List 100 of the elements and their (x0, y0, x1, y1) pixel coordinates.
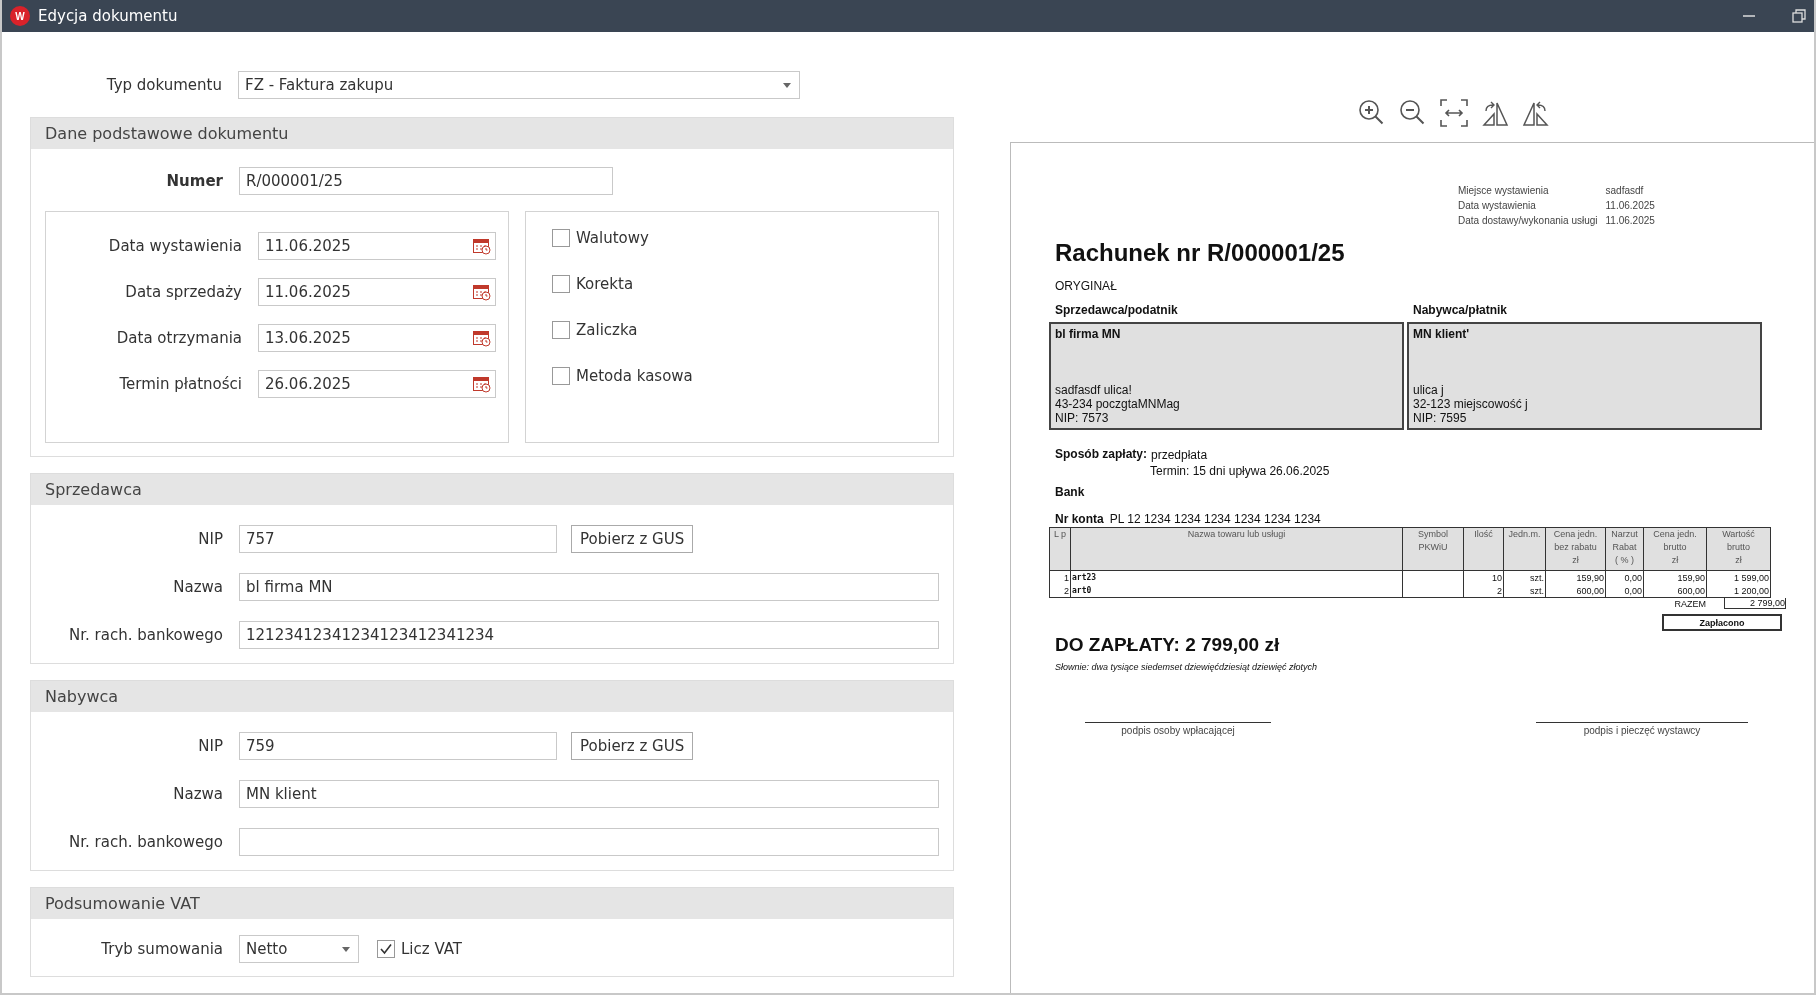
address-line: NIP: 7573 (1055, 411, 1110, 425)
address-line: sadfasdf ulica! (1055, 383, 1133, 397)
table-cell: 2 (1049, 584, 1071, 598)
table-cell: szt. (1503, 584, 1546, 598)
table-cell: 600,00 (1643, 584, 1707, 598)
date-field[interactable]: 11.06.2025 (258, 232, 496, 260)
checkbox-label: Licz VAT (401, 940, 462, 958)
field-label: Nr. rach. bankowego (68, 626, 223, 644)
table-cell: 0,00 (1605, 584, 1644, 598)
payment-label: Sposób zapłaty: (1055, 447, 1147, 463)
text-field[interactable]: 12123412341234123412341234 (239, 621, 939, 649)
text-field[interactable] (239, 828, 939, 856)
table-cell: 2 (1463, 584, 1504, 598)
field-label: NIP (197, 530, 223, 548)
table-cell: 10 (1463, 570, 1504, 584)
nip-field[interactable]: 759 (239, 732, 557, 760)
column-header: Jedn.m. (1503, 527, 1546, 571)
amount-in-words: Słownie: dwa tysiące siedemset dziewięćdziesiąt dziewięć złotych (1055, 662, 1319, 672)
checkbox[interactable] (377, 940, 395, 958)
table-cell: szt. (1503, 570, 1546, 584)
table-cell: 159,90 (1643, 570, 1707, 584)
column-header: Nazwa towaru lub usługi (1070, 527, 1403, 571)
text-field[interactable]: bl firma MN (239, 573, 939, 601)
total-label: RAZEM (1674, 598, 1706, 609)
field-label: NIP (197, 737, 223, 755)
copy-label: ORYGINAŁ (1055, 279, 1118, 293)
account-label: Nr konta (1055, 512, 1104, 526)
field-label: Typ dokumentu (105, 76, 222, 94)
paid-stamp: Zapłacono (1662, 614, 1782, 631)
party-name: bl firma MN (1055, 327, 1122, 341)
date-field[interactable]: 11.06.2025 (258, 278, 496, 306)
column-header: Cena jedn. bez rabatu zł (1545, 527, 1606, 571)
section-header: Dane podstawowe dokumentu (31, 118, 953, 149)
calendar-icon[interactable] (473, 283, 491, 301)
table-cell: 1 200,00 (1706, 584, 1771, 598)
table-cell: 1 599,00 (1706, 570, 1771, 584)
field-label: Nazwa (172, 785, 223, 803)
calendar-icon[interactable] (473, 375, 491, 393)
gus-button[interactable]: Pobierz z GUS (571, 525, 694, 553)
document-title: Rachunek nr R/000001/25 (1055, 239, 1346, 267)
checkbox[interactable] (552, 367, 570, 385)
calendar-icon[interactable] (473, 329, 491, 347)
signature-caption: podpis i pieczęć wystawcy (1583, 725, 1701, 736)
field-label: Nr. rach. bankowego (68, 833, 223, 851)
checkbox[interactable] (552, 321, 570, 339)
field-label: Termin płatności (118, 375, 242, 393)
text-field[interactable]: MN klient (239, 780, 939, 808)
column-header: Cena jedn. brutto zł (1643, 527, 1707, 571)
checkbox[interactable] (552, 229, 570, 247)
meta-value: sadfasdf (1605, 184, 1645, 198)
number-field[interactable]: R/000001/25 (239, 167, 613, 195)
meta-label: Data wystawienia (1458, 199, 1537, 213)
checkbox[interactable] (552, 275, 570, 293)
restore-icon[interactable] (1792, 9, 1806, 23)
column-header: L p (1049, 527, 1071, 571)
section-header: Nabywca (31, 681, 953, 712)
bank-label: Bank (1055, 485, 1086, 499)
window-title: Edycja dokumentu (38, 7, 178, 25)
checkbox-label: Walutowy (576, 229, 649, 247)
column-header: Ilość (1463, 527, 1504, 571)
address-line: NIP: 7595 (1413, 411, 1468, 425)
meta-label: Data dostawy/wykonania usługi (1458, 214, 1598, 228)
payment-term: Termin: 15 dni upływa 26.06.2025 (1150, 463, 1330, 479)
table-cell: 159,90 (1545, 570, 1606, 584)
date-field[interactable]: 26.06.2025 (258, 370, 496, 398)
meta-value: 11.06.2025 (1605, 199, 1655, 213)
table-cell: 600,00 (1545, 584, 1606, 598)
field-label: Data sprzedaży (124, 283, 242, 301)
address-line: 32-123 miejscowość j (1413, 397, 1529, 411)
checkbox-label: Metoda kasowa (576, 367, 693, 385)
payment-method: przedpłata (1151, 447, 1209, 463)
table-cell: 0,00 (1605, 570, 1644, 584)
amount-due: DO ZAPŁATY: 2 799,00 zł (1055, 634, 1281, 656)
party-heading: Nabywca/płatnik (1413, 303, 1509, 317)
party-heading: Sprzedawca/podatnik (1055, 303, 1179, 317)
address-line: 43-234 poczgtaMNMag (1055, 397, 1181, 411)
summing-mode-dropdown[interactable]: Netto (239, 935, 359, 963)
meta-value: 11.06.2025 (1605, 214, 1655, 228)
field-label: Numer (165, 172, 223, 190)
date-field[interactable]: 13.06.2025 (258, 324, 496, 352)
field-label: Tryb sumowania (100, 940, 223, 958)
field-label: Data wystawienia (107, 237, 242, 255)
total-value: 2 799,00 (1724, 598, 1786, 609)
field-label: Nazwa (172, 578, 223, 596)
calendar-icon[interactable] (473, 237, 491, 255)
section-header: Sprzedawca (31, 474, 953, 505)
checkbox-label: Korekta (576, 275, 634, 293)
gus-button[interactable]: Pobierz z GUS (571, 732, 694, 760)
checkbox-label: Zaliczka (576, 321, 638, 339)
address-line: ulica j (1413, 383, 1445, 397)
document-type-dropdown[interactable]: FZ - Faktura zakupu (238, 71, 800, 99)
party-name: MN klient' (1413, 327, 1471, 341)
section-header: Podsumowanie VAT (31, 888, 953, 919)
fit-width-icon[interactable] (1439, 98, 1469, 128)
nip-field[interactable]: 757 (239, 525, 557, 553)
meta-label: Miejsce wystawienia (1458, 184, 1550, 198)
column-header: Narzut Rabat ( % ) (1605, 527, 1644, 571)
table-cell: art23 (1070, 570, 1403, 584)
signature-caption: podpis osoby wpłacającej (1121, 725, 1235, 736)
column-header: Symbol PKWiU (1402, 527, 1464, 571)
